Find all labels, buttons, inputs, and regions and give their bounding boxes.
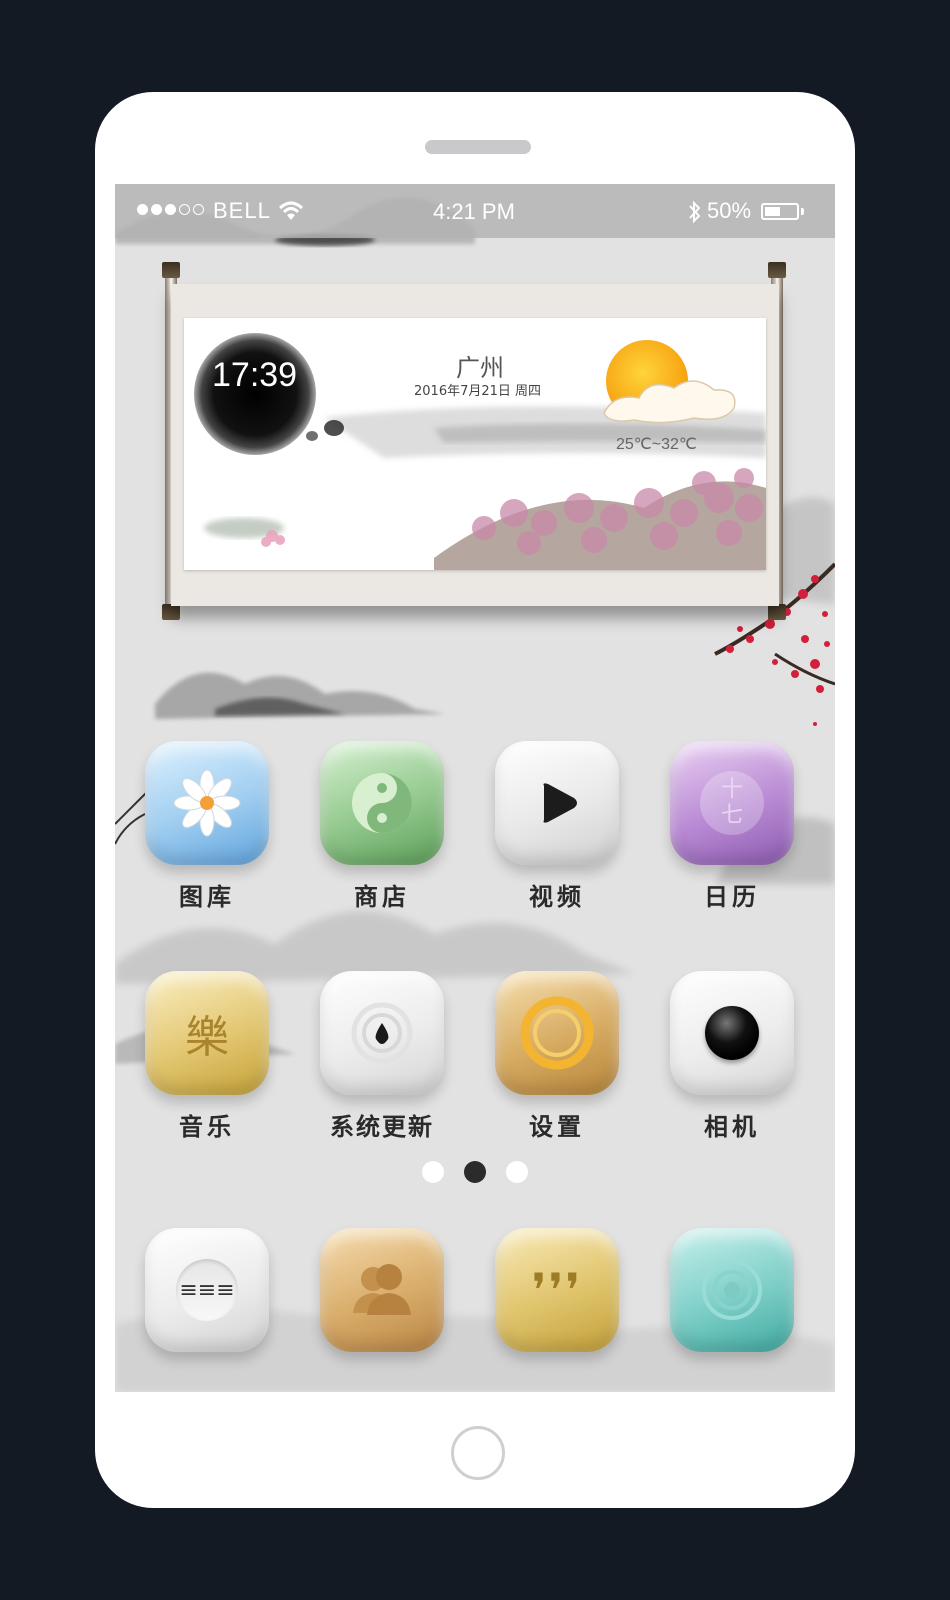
app-label: 系统更新	[330, 1112, 434, 1141]
yin-yang-icon	[320, 741, 444, 865]
battery-percent: 50%	[707, 198, 752, 223]
widget-clock: 17:39	[212, 356, 298, 394]
signal-dot	[193, 204, 204, 215]
battery-level	[765, 207, 780, 216]
weather-widget[interactable]: 17:39 广州 2016年7月21日 周四 25℃~32℃	[184, 318, 766, 570]
battery-icon	[761, 203, 799, 220]
app-label: 图库	[179, 882, 235, 911]
signal-dot	[165, 204, 176, 215]
speaker-grille	[425, 140, 531, 154]
dock-contacts[interactable]	[320, 1228, 444, 1352]
messages-icon: ❜❜❜	[495, 1228, 619, 1352]
widget-date: 2016年7月21日 周四	[414, 384, 542, 399]
cloud-icon	[603, 380, 736, 424]
app-label: 视频	[529, 882, 585, 911]
browser-icon	[670, 1228, 794, 1352]
calendar-glyph-bottom: 七	[720, 803, 743, 828]
app-music[interactable]: 樂 音乐	[145, 971, 269, 1142]
home-screen: BELL 4:21 PM 50% 17:39 广州 2016年7月21日 周四 …	[115, 184, 835, 1392]
lens-icon	[670, 971, 794, 1095]
app-store[interactable]: 商店	[320, 741, 444, 912]
dock-messages[interactable]: ❜❜❜	[495, 1228, 619, 1352]
widget-temperature: 25℃~32℃	[616, 436, 697, 453]
page-indicator	[115, 1161, 835, 1183]
scroll-cap	[768, 604, 786, 620]
page-dot[interactable]	[422, 1161, 444, 1183]
dialpad-glyph: ≡≡≡	[179, 1277, 235, 1303]
phone-frame: BELL 4:21 PM 50% 17:39 广州 2016年7月21日 周四 …	[95, 92, 855, 1508]
app-camera[interactable]: 相机	[670, 971, 794, 1142]
app-label: 日历	[704, 882, 760, 911]
app-label: 设置	[529, 1112, 585, 1141]
scroll-cap	[162, 604, 180, 620]
app-system-update[interactable]: 系统更新	[320, 971, 444, 1142]
carrier-name: BELL	[213, 198, 271, 223]
home-button[interactable]	[451, 1426, 505, 1480]
page-dot[interactable]	[506, 1161, 528, 1183]
bluetooth-icon	[689, 200, 701, 224]
dialpad-icon: ≡≡≡	[145, 1228, 269, 1352]
signal-strength	[137, 204, 204, 215]
app-video[interactable]: 视频	[495, 741, 619, 912]
app-label: 商店	[354, 882, 410, 911]
widget-city: 广州	[456, 354, 504, 382]
battery-tip	[801, 208, 804, 215]
signal-dot	[151, 204, 162, 215]
wifi-icon	[278, 201, 304, 220]
app-label: 相机	[704, 1112, 760, 1141]
scroll-cap	[162, 262, 180, 278]
calendar-icon: 十 七	[670, 741, 794, 865]
ring-icon	[495, 971, 619, 1095]
messages-glyph: ❜❜❜	[531, 1263, 583, 1317]
calendar-glyph-top: 十	[720, 777, 743, 802]
dock-browser[interactable]	[670, 1228, 794, 1352]
app-settings[interactable]: 设置	[495, 971, 619, 1142]
app-label: 音乐	[179, 1112, 235, 1141]
app-calendar[interactable]: 十 七 日历	[670, 741, 794, 912]
music-glyph: 樂	[185, 1012, 229, 1063]
flower-icon	[145, 741, 269, 865]
play-icon	[495, 741, 619, 865]
contacts-icon	[320, 1228, 444, 1352]
status-time: 4:21 PM	[433, 199, 515, 224]
music-icon: 樂	[145, 971, 269, 1095]
status-bar: BELL 4:21 PM 50%	[115, 184, 835, 238]
signal-dot	[179, 204, 190, 215]
dock-dialer[interactable]: ≡≡≡	[145, 1228, 269, 1352]
drop-icon	[320, 971, 444, 1095]
scroll-cap	[768, 262, 786, 278]
app-gallery[interactable]: 图库	[145, 741, 269, 912]
signal-dot	[137, 204, 148, 215]
page-dot[interactable]	[464, 1161, 486, 1183]
